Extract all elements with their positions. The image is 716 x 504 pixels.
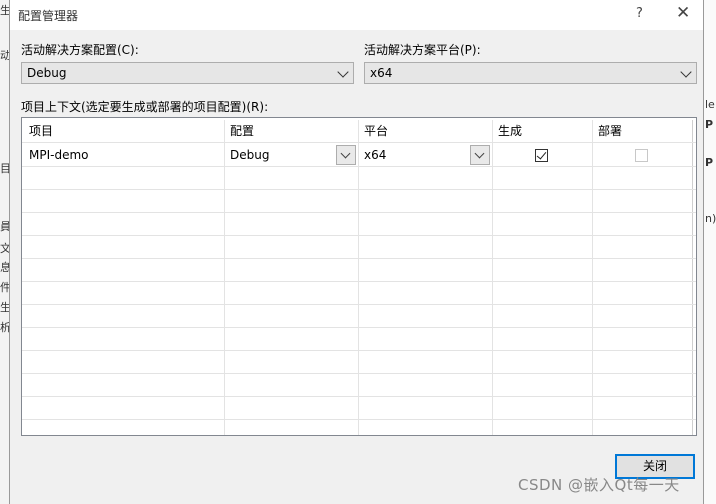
- chevron-down-icon: [337, 66, 349, 78]
- background-text: 目: [0, 162, 9, 175]
- active-config-value: Debug: [27, 66, 67, 80]
- help-button[interactable]: ?: [636, 6, 643, 21]
- active-config-dropdown[interactable]: Debug: [21, 62, 354, 84]
- background-text: n): [705, 212, 716, 225]
- background-window-right: le P P n): [704, 0, 716, 504]
- background-text: P: [705, 118, 714, 131]
- row-divider: [22, 166, 696, 167]
- background-text: le: [705, 98, 715, 111]
- row-divider: [22, 258, 696, 259]
- platform-cell-value: x64: [364, 148, 387, 162]
- build-checkbox[interactable]: [535, 149, 548, 162]
- title-bar: 配置管理器 ? ✕: [10, 0, 703, 30]
- row-divider: [22, 281, 696, 282]
- project-name-cell: MPI-demo: [29, 148, 89, 162]
- row-divider: [22, 419, 696, 420]
- row-divider: [22, 373, 696, 374]
- configuration-manager-dialog: 配置管理器 ? ✕ 活动解决方案配置(C): Debug 活动解决方案平台(P)…: [9, 0, 704, 504]
- column-header-project[interactable]: 项目: [29, 122, 53, 139]
- column-divider: [224, 120, 225, 435]
- row-divider: [22, 189, 696, 190]
- background-text: 息: [0, 261, 9, 274]
- background-text: P: [705, 156, 714, 169]
- close-icon[interactable]: ✕: [676, 3, 690, 23]
- background-text: 生: [0, 4, 9, 17]
- project-context-grid: 项目 配置 平台 生成 部署 MPI-demo Debug x64: [21, 117, 697, 436]
- chevron-down-icon: [340, 148, 351, 159]
- project-context-label: 项目上下文(选定要生成或部署的项目配置)(R):: [21, 100, 269, 114]
- column-header-deploy[interactable]: 部署: [598, 122, 622, 139]
- row-divider: [22, 235, 696, 236]
- active-platform-dropdown[interactable]: x64: [364, 62, 697, 84]
- row-divider: [22, 212, 696, 213]
- chevron-down-icon: [474, 148, 485, 159]
- dialog-title: 配置管理器: [18, 9, 79, 23]
- row-divider: [22, 327, 696, 328]
- row-divider: [22, 304, 696, 305]
- column-divider: [592, 120, 593, 435]
- background-text: 生: [0, 301, 9, 314]
- active-config-label: 活动解决方案配置(C):: [21, 43, 139, 57]
- active-platform-value: x64: [370, 66, 393, 80]
- config-cell-dropdown[interactable]: [336, 145, 356, 165]
- platform-cell-dropdown[interactable]: [470, 145, 490, 165]
- column-header-platform[interactable]: 平台: [364, 122, 388, 139]
- active-platform-label: 活动解决方案平台(P):: [364, 43, 481, 57]
- background-window-left: 生 动 目 員 文 息 件 生 析: [0, 0, 9, 504]
- column-divider: [692, 120, 693, 435]
- config-cell-value: Debug: [230, 148, 270, 162]
- row-divider: [22, 142, 696, 143]
- row-divider: [22, 396, 696, 397]
- background-text: 动: [0, 49, 9, 62]
- column-divider: [492, 120, 493, 435]
- row-divider: [22, 350, 696, 351]
- deploy-checkbox: [635, 149, 648, 162]
- background-text: 員: [0, 220, 9, 233]
- background-text: 件: [0, 281, 9, 294]
- background-text: 析: [0, 321, 9, 334]
- background-text: 文: [0, 242, 9, 255]
- column-header-config[interactable]: 配置: [230, 122, 254, 139]
- chevron-down-icon: [680, 66, 692, 78]
- checkmark-icon: [536, 149, 547, 160]
- column-divider: [358, 120, 359, 435]
- column-header-build[interactable]: 生成: [498, 122, 522, 139]
- watermark: CSDN @嵌入Qt每一天: [518, 476, 680, 494]
